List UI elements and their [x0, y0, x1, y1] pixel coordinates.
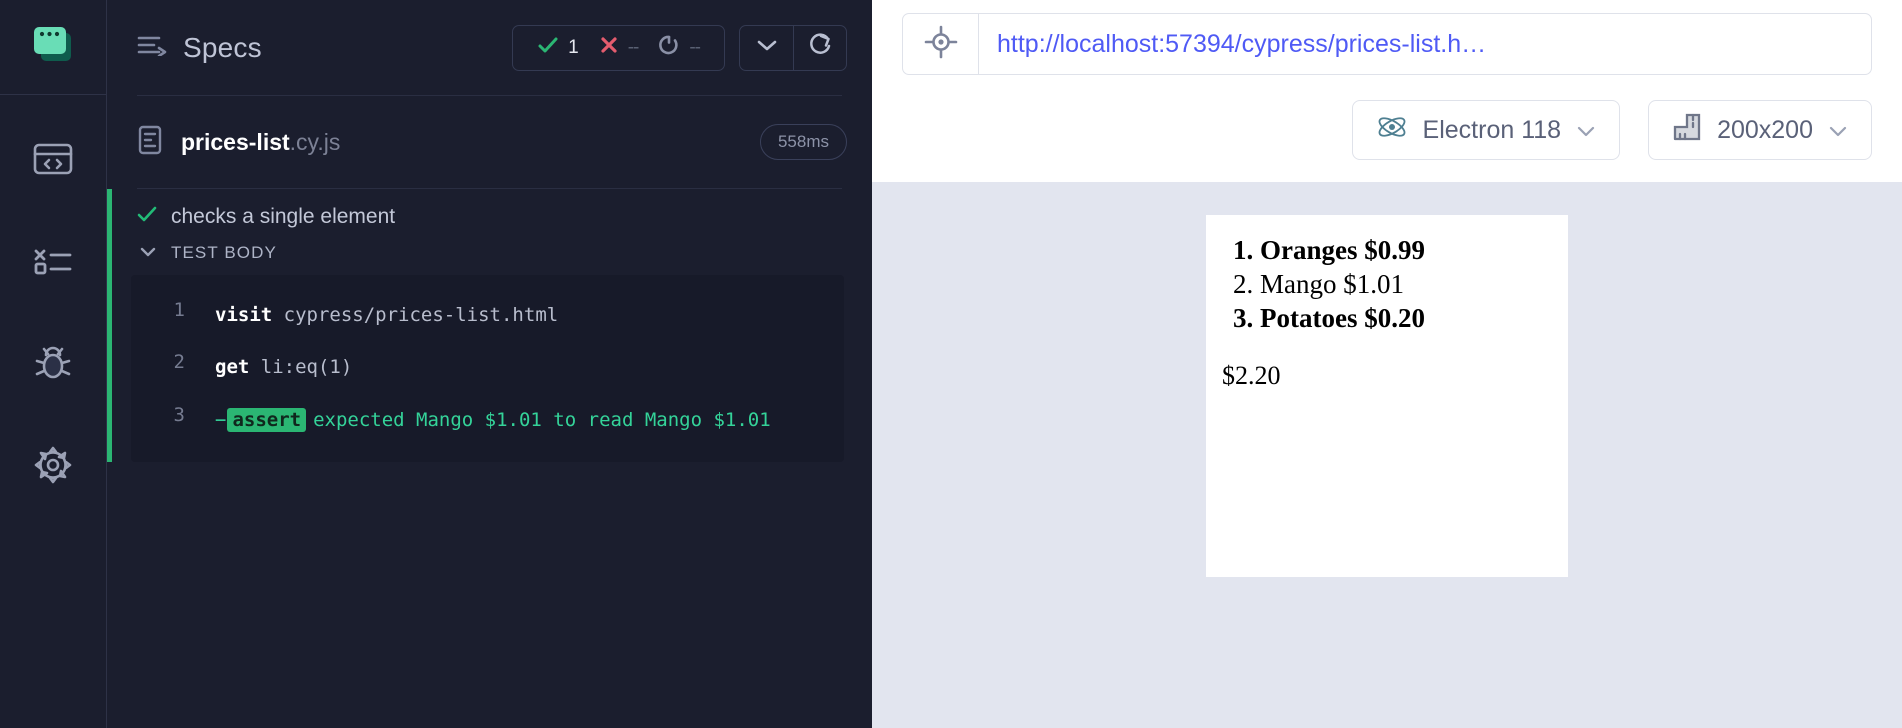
app-under-test-iframe[interactable]: Oranges $0.99 Mango $1.01 Potatoes $0.20… [1206, 215, 1568, 577]
runs-list-icon [32, 244, 74, 283]
sidebar-item-debug[interactable] [27, 339, 79, 391]
stat-pending: -- [648, 34, 710, 61]
command-log-entry[interactable]: 2 get li:eq(1) [131, 341, 844, 393]
assertion-message: expected Mango $1.01 to read Mango $1.01 [313, 408, 771, 431]
specs-title-group[interactable]: Specs [137, 32, 498, 64]
reporter-header: Specs 1 -- -- [107, 0, 872, 95]
selector-playground-button[interactable] [903, 14, 979, 74]
command-log: 1 visit cypress/prices-list.html 2 get l… [131, 275, 844, 462]
browser-code-icon [32, 141, 74, 182]
command-number: 3 [173, 403, 185, 426]
sidebar-item-settings[interactable] [27, 441, 79, 493]
command-argument: li:eq(1) [260, 356, 353, 379]
aut-stage: Oranges $0.99 Mango $1.01 Potatoes $0.20… [872, 182, 1902, 728]
aut-toolbar: Electron 118 200x200 [872, 88, 1902, 182]
test-status-accent-bar [107, 189, 112, 462]
prices-list: Oranges $0.99 Mango $1.01 Potatoes $0.20 [1230, 233, 1552, 335]
aut-url[interactable]: http://localhost:57394/cypress/prices-li… [979, 30, 1504, 59]
sidebar-nav [0, 95, 106, 493]
aut-panel: http://localhost:57394/cypress/prices-li… [872, 0, 1902, 728]
sidebar-item-specs[interactable] [27, 135, 79, 187]
stat-failed: -- [589, 35, 649, 60]
browser-label: Electron 118 [1422, 115, 1562, 144]
stat-passed: 1 [527, 35, 589, 60]
assertion-log-entry[interactable]: 3 − assert expected Mango $1.01 to read Ma… [131, 394, 844, 446]
list-item[interactable]: Oranges $0.99 [1260, 233, 1552, 267]
spec-file-row[interactable]: prices-list.cy.js 558ms [107, 96, 872, 188]
command-name: visit [215, 304, 273, 326]
ruler-icon [1671, 111, 1703, 150]
command-content: get li:eq(1) [193, 351, 352, 383]
test-body-toggle[interactable]: TEST BODY [107, 239, 872, 275]
viewport-label: 200x200 [1717, 115, 1813, 144]
assert-badge: assert [227, 407, 307, 432]
sidebar-item-runs[interactable] [27, 237, 79, 289]
assertion-dash: − [215, 408, 227, 431]
test-title: checks a single element [171, 205, 396, 228]
chevron-down-icon [139, 243, 157, 263]
chevron-down-icon [1575, 116, 1597, 145]
pending-circle-icon [658, 34, 680, 61]
viewport-selector[interactable]: 200x200 [1648, 100, 1872, 160]
x-icon [599, 35, 619, 60]
selector-playground-icon [924, 25, 958, 64]
electron-atom-icon [1375, 110, 1409, 151]
prices-total: $2.20 [1222, 361, 1281, 391]
spec-file-name: prices-list.cy.js [181, 129, 340, 156]
chevron-down-icon [1827, 116, 1849, 145]
pending-count: -- [689, 36, 701, 58]
command-number: 1 [173, 299, 185, 321]
url-field-wrapper: http://localhost:57394/cypress/prices-li… [902, 13, 1872, 75]
test-block: checks a single element TEST BODY 1 visi… [107, 189, 872, 462]
browser-selector[interactable]: Electron 118 [1351, 100, 1621, 160]
test-stats-badge: 1 -- -- [512, 24, 725, 71]
chevron-down-icon [755, 37, 779, 58]
spec-extension: .cy.js [289, 128, 341, 155]
cypress-logo[interactable] [0, 0, 106, 95]
rerun-button[interactable] [793, 25, 846, 70]
command-log-entry[interactable]: 1 visit cypress/prices-list.html [131, 289, 844, 341]
failed-count: -- [627, 36, 640, 58]
check-icon [537, 35, 559, 60]
list-item[interactable]: Mango $1.01 [1260, 267, 1552, 301]
command-argument: cypress/prices-list.html [283, 304, 559, 326]
command-name: get [215, 356, 250, 379]
test-body-label: TEST BODY [171, 243, 277, 262]
command-content: visit cypress/prices-list.html [193, 299, 558, 331]
command-number: 2 [173, 351, 185, 374]
spec-duration-badge: 558ms [759, 124, 847, 160]
cypress-app-window: Specs 1 -- -- prices-list.cy.js 558ms ch… [0, 0, 1902, 728]
assertion-content: − assert expected Mango $1.01 to read Mang… [193, 404, 771, 436]
specs-list-icon [137, 34, 167, 61]
reporter-panel: Specs 1 -- -- prices-list.cy.js 558ms ch… [107, 0, 872, 728]
page-title: Specs [183, 31, 262, 63]
bug-debug-icon [32, 343, 74, 388]
spec-file-icon [137, 125, 163, 160]
check-icon [137, 205, 157, 229]
list-item[interactable]: Potatoes $0.20 [1260, 301, 1552, 335]
spec-base-name: prices-list [181, 128, 290, 155]
aut-url-bar: http://localhost:57394/cypress/prices-li… [872, 0, 1902, 88]
reload-icon [807, 32, 833, 63]
reporter-actions [739, 24, 847, 71]
test-title-row[interactable]: checks a single element [107, 189, 872, 239]
collapse-button[interactable] [740, 26, 793, 70]
gear-settings-icon [32, 444, 74, 491]
sidebar-rail [0, 0, 107, 728]
cypress-logo-icon [29, 23, 77, 72]
passed-count: 1 [568, 36, 579, 58]
